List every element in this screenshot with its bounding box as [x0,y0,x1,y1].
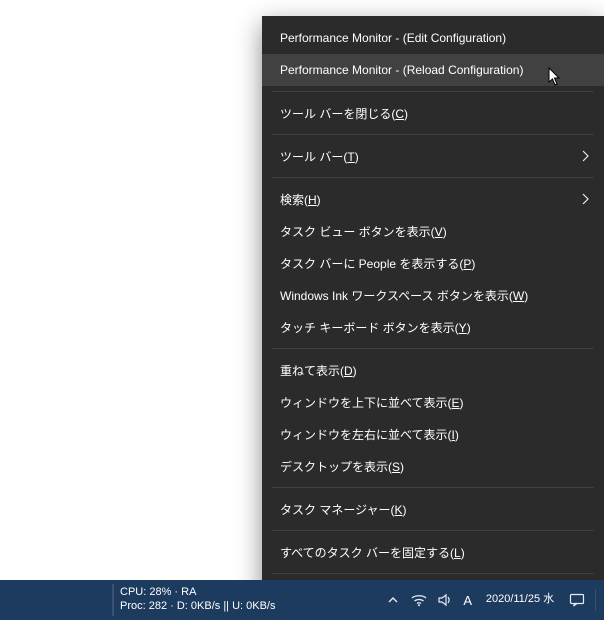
menu-item-label: ツール バー(T) [280,148,582,165]
menu-item-cascade[interactable]: 重ねて表示(D) [262,354,604,386]
perf-line-2: Proc: 282 · D: 0KB/s || U: 0KB/s [120,600,375,614]
menu-item-taskview-button[interactable]: タスク ビュー ボタンを表示(V) [262,215,604,247]
menu-separator [272,573,594,574]
menu-item-perfmon-edit[interactable]: Performance Monitor - (Edit Configuratio… [262,22,604,54]
chevron-right-icon [582,150,590,162]
taskbar-left-area [0,580,112,620]
menu-item-show-desktop[interactable]: デスクトップを表示(S) [262,450,604,482]
menu-item-ink-workspace-button[interactable]: Windows Ink ワークスペース ボタンを表示(W) [262,279,604,311]
perf-line-1: CPU: 28% · RA [120,586,375,600]
menu-item-label: 重ねて表示(D) [280,362,590,379]
menu-item-touch-keyboard-button[interactable]: タッチ キーボード ボタンを表示(Y) [262,311,604,343]
menu-separator [272,348,594,349]
menu-item-lock-all-taskbars[interactable]: すべてのタスク バーを固定する(L) [262,536,604,568]
taskbar[interactable]: CPU: 28% · RA Proc: 282 · D: 0KB/s || U:… [0,580,604,620]
menu-item-stack-vertical[interactable]: ウィンドウを上下に並べて表示(E) [262,386,604,418]
menu-item-close-toolbar[interactable]: ツール バーを閉じる(C) [262,97,604,129]
menu-item-label: タスク バーに People を表示する(P) [280,255,590,272]
taskbar-context-menu: Performance Monitor - (Edit Configuratio… [262,16,604,596]
ime-indicator[interactable]: A [463,593,473,608]
performance-monitor-toolbar[interactable]: CPU: 28% · RA Proc: 282 · D: 0KB/s || U:… [114,580,381,620]
menu-item-stack-horizontal[interactable]: ウィンドウを左右に並べて表示(I) [262,418,604,450]
notification-icon[interactable] [569,592,585,608]
menu-separator [272,91,594,92]
menu-item-label: Performance Monitor - (Edit Configuratio… [280,31,590,45]
menu-separator [272,487,594,488]
menu-item-label: タッチ キーボード ボタンを表示(Y) [280,319,590,336]
menu-separator [272,530,594,531]
menu-item-label: ウィンドウを上下に並べて表示(E) [280,394,590,411]
menu-item-label: タスク ビュー ボタンを表示(V) [280,223,590,240]
system-tray: A 2020/11/25 水 [381,580,604,620]
menu-item-label: ウィンドウを左右に並べて表示(I) [280,426,590,443]
menu-item-task-manager[interactable]: タスク マネージャー(K) [262,493,604,525]
chevron-up-icon[interactable] [385,592,401,608]
wifi-icon[interactable] [411,592,427,608]
chevron-right-icon [582,193,590,205]
menu-item-toolbars[interactable]: ツール バー(T) [262,140,604,172]
menu-item-search[interactable]: 検索(H) [262,183,604,215]
menu-item-label: すべてのタスク バーを固定する(L) [280,544,590,561]
menu-item-label: Windows Ink ワークスペース ボタンを表示(W) [280,287,590,304]
volume-icon[interactable] [437,592,453,608]
menu-item-label: デスクトップを表示(S) [280,458,590,475]
show-desktop-edge[interactable] [595,589,596,611]
menu-separator [272,177,594,178]
menu-item-label: タスク マネージャー(K) [280,501,590,518]
menu-item-label: Performance Monitor - (Reload Configurat… [280,63,590,77]
clock-date: 2020/11/25 水 [486,593,554,606]
menu-separator [272,134,594,135]
menu-item-perfmon-reload[interactable]: Performance Monitor - (Reload Configurat… [262,54,604,86]
menu-item-people-button[interactable]: タスク バーに People を表示する(P) [262,247,604,279]
menu-item-label: ツール バーを閉じる(C) [280,105,590,122]
taskbar-clock[interactable]: 2020/11/25 水 [483,593,557,606]
menu-item-label: 検索(H) [280,191,582,208]
